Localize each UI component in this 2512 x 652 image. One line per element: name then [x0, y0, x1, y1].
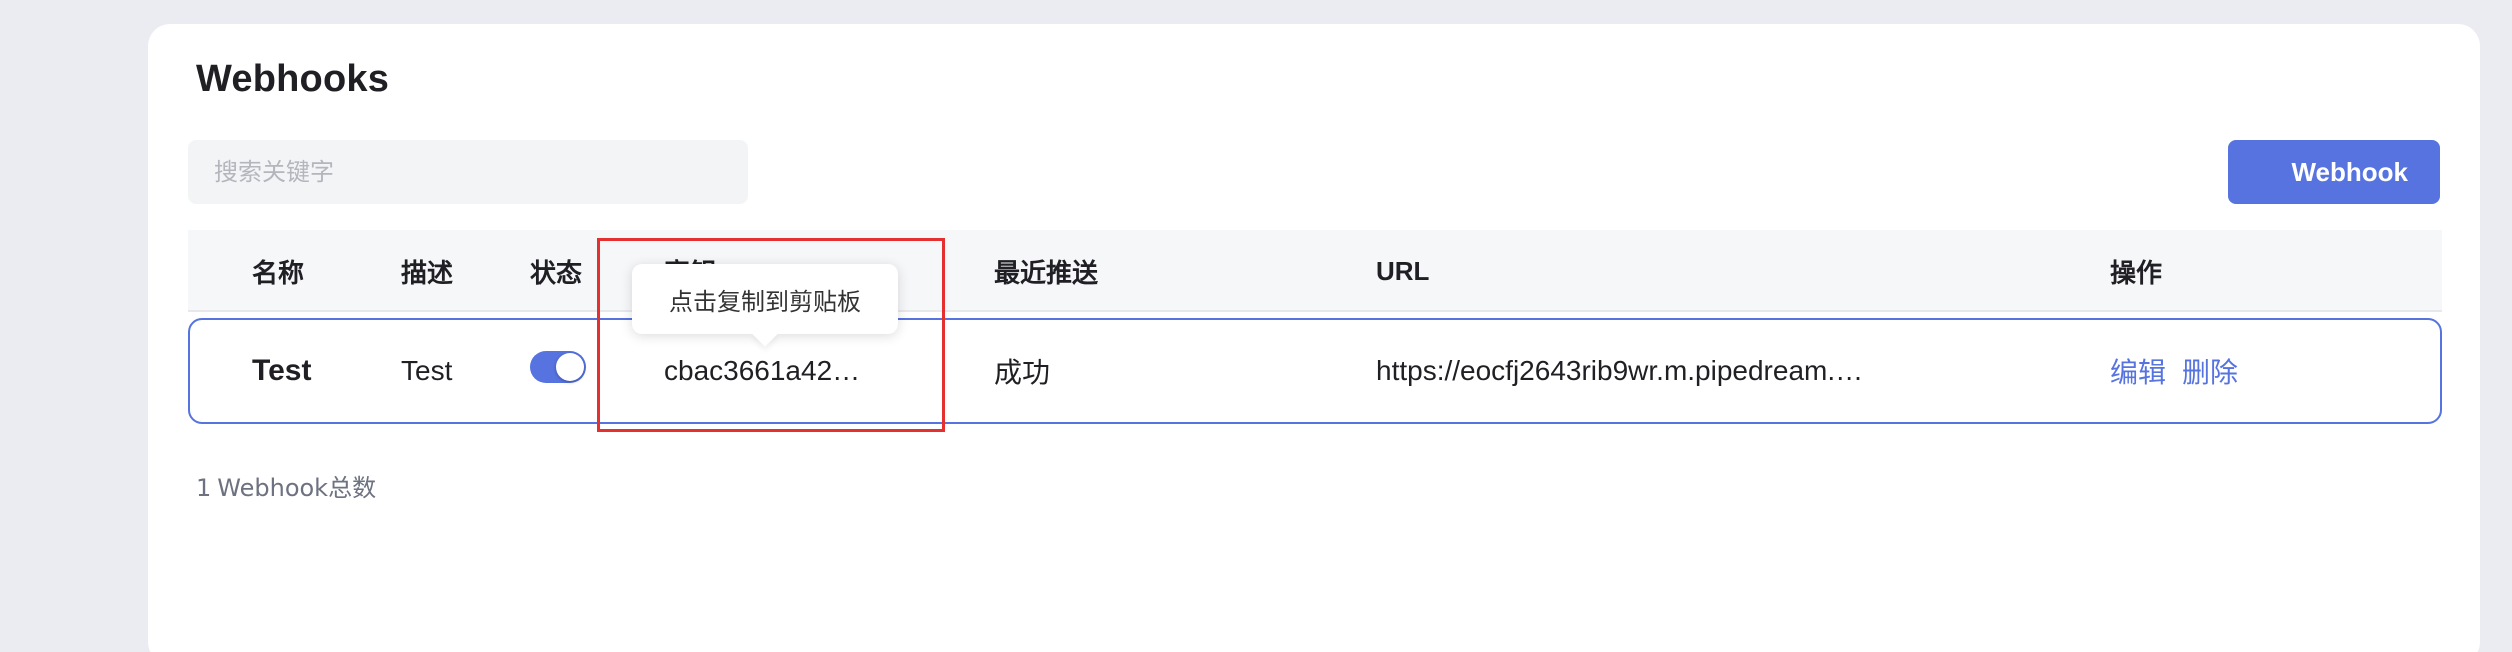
webhook-url: https://eocfj2643rib9wr.m.pipedream.… [1376, 355, 1864, 386]
column-header-description: 描述 [401, 258, 454, 289]
add-webhook-button[interactable]: Webhook [2228, 140, 2440, 204]
copy-tooltip: 点击复制到剪贴板 [632, 264, 898, 334]
webhook-last-push-status: 成功 [994, 356, 1051, 389]
webhook-name: Test [252, 354, 312, 387]
webhook-total-count: 1 Webhook总数 [196, 468, 382, 503]
webhooks-panel: Webhooks Webhook 名称 描述 状态 密钥 最近推送 URL 操作… [148, 24, 2480, 652]
column-header-status: 状态 [530, 258, 583, 289]
page-title: Webhooks [196, 58, 390, 100]
edit-link[interactable]: 编辑 [2110, 351, 2166, 391]
delete-link[interactable]: 删除 [2182, 351, 2238, 391]
actions-cell: 编辑 删除 [2110, 320, 2238, 422]
column-header-url: URL [1376, 255, 1430, 286]
search-input[interactable] [188, 140, 748, 204]
total-count-number: 1 [196, 474, 212, 502]
total-count-label: Webhook总数 [217, 474, 377, 502]
toggle-knob [556, 353, 584, 381]
add-webhook-button-label: Webhook [2291, 156, 2408, 187]
status-toggle[interactable] [530, 351, 586, 383]
table-header: 名称 描述 状态 密钥 最近推送 URL 操作 [188, 230, 2442, 312]
table-row[interactable]: Test Test cbac3661a42… 成功 https://eocfj2… [188, 318, 2442, 424]
column-header-name: 名称 [252, 258, 305, 289]
column-header-actions: 操作 [2110, 258, 2163, 289]
column-header-last-push: 最近推送 [994, 258, 1099, 289]
status-cell [530, 320, 586, 422]
webhook-description: Test [401, 355, 453, 386]
